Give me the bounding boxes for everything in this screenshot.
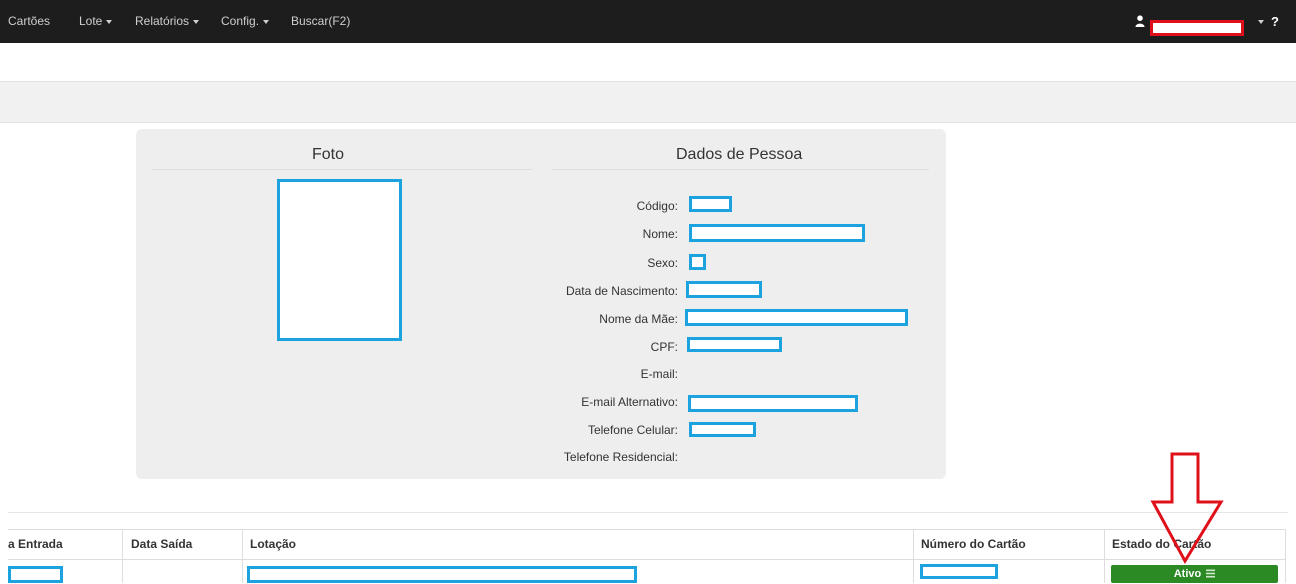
- field-label-data-nascimento: Data de Nascimento:: [565, 284, 678, 298]
- chevron-down-icon: [106, 19, 113, 24]
- chevron-down-icon[interactable]: [1258, 20, 1264, 24]
- field-label-telefone-celular: Telefone Celular:: [587, 423, 678, 437]
- column-header-numero-cartao[interactable]: Número do Cartão: [921, 529, 1026, 559]
- field-value-codigo: [689, 196, 732, 212]
- field-value-sexo: [689, 254, 706, 270]
- field-label-email-alternativo: E-mail Alternativo:: [581, 395, 678, 409]
- field-value-nome-mae: [685, 309, 908, 326]
- nav-buscar-label: Buscar(F2): [291, 14, 351, 28]
- field-label-codigo: Código:: [636, 199, 678, 213]
- nav-buscar[interactable]: Buscar(F2): [291, 0, 350, 43]
- cell-numero-cartao: [920, 564, 998, 579]
- divider: [552, 169, 929, 170]
- status-active-button[interactable]: Ativo: [1111, 565, 1278, 583]
- cards-table: [8, 529, 1286, 584]
- divider: [152, 169, 532, 170]
- help-button[interactable]: ?: [1271, 0, 1279, 43]
- field-label-nome-mae: Nome da Mãe:: [599, 312, 678, 326]
- top-navbar: Cartões Lote Relatórios Config. Buscar(F…: [0, 0, 1296, 43]
- field-label-cpf: CPF:: [650, 340, 678, 354]
- column-divider: [1285, 529, 1286, 583]
- field-value-email-alternativo: [688, 395, 858, 412]
- column-divider: [1104, 529, 1105, 583]
- chevron-down-icon: [193, 19, 200, 24]
- table-header-divider: [8, 559, 1286, 560]
- photo-title: Foto: [312, 146, 345, 163]
- column-header-lotacao[interactable]: Lotação: [250, 529, 296, 559]
- divider: [8, 512, 1288, 513]
- nav-cartoes-label: Cartões: [8, 14, 51, 28]
- nav-relatorios-label: Relatórios: [135, 14, 190, 28]
- field-label-sexo: Sexo:: [647, 256, 678, 270]
- column-header-data-saida[interactable]: Data Saída: [131, 529, 192, 559]
- field-label-telefone-residencial: Telefone Residencial:: [563, 450, 678, 464]
- chevron-down-icon: [263, 19, 270, 24]
- nav-lote-label: Lote: [79, 14, 103, 28]
- person-card: [136, 129, 946, 479]
- column-divider: [242, 529, 243, 583]
- page-header-band: [0, 81, 1296, 123]
- column-divider: [122, 529, 123, 583]
- nav-config-label: Config.: [221, 14, 260, 28]
- nav-cartoes[interactable]: Cartões: [8, 0, 50, 43]
- field-value-data-nascimento: [686, 281, 762, 298]
- field-value-telefone-celular: [689, 422, 756, 437]
- field-label-email: E-mail:: [640, 367, 678, 381]
- user-icon[interactable]: [1135, 15, 1145, 27]
- field-label-nome: Nome:: [642, 227, 678, 241]
- status-label: Ativo: [1173, 568, 1202, 580]
- cell-lotacao: [247, 566, 637, 583]
- column-divider: [913, 529, 914, 583]
- nav-relatorios[interactable]: Relatórios: [135, 0, 200, 43]
- field-value-nome: [689, 224, 865, 242]
- list-icon: [1206, 569, 1216, 578]
- column-header-data-entrada[interactable]: a Entrada: [8, 529, 63, 559]
- field-value-cpf: [687, 337, 782, 352]
- nav-config[interactable]: Config.: [221, 0, 270, 43]
- person-data-title: Dados de Pessoa: [676, 146, 803, 163]
- person-photo: [277, 179, 402, 341]
- cell-data-entrada: [8, 566, 63, 583]
- nav-lote[interactable]: Lote: [79, 0, 113, 43]
- red-arrow-annotation: [1150, 452, 1224, 564]
- user-menu-button[interactable]: [1150, 20, 1244, 36]
